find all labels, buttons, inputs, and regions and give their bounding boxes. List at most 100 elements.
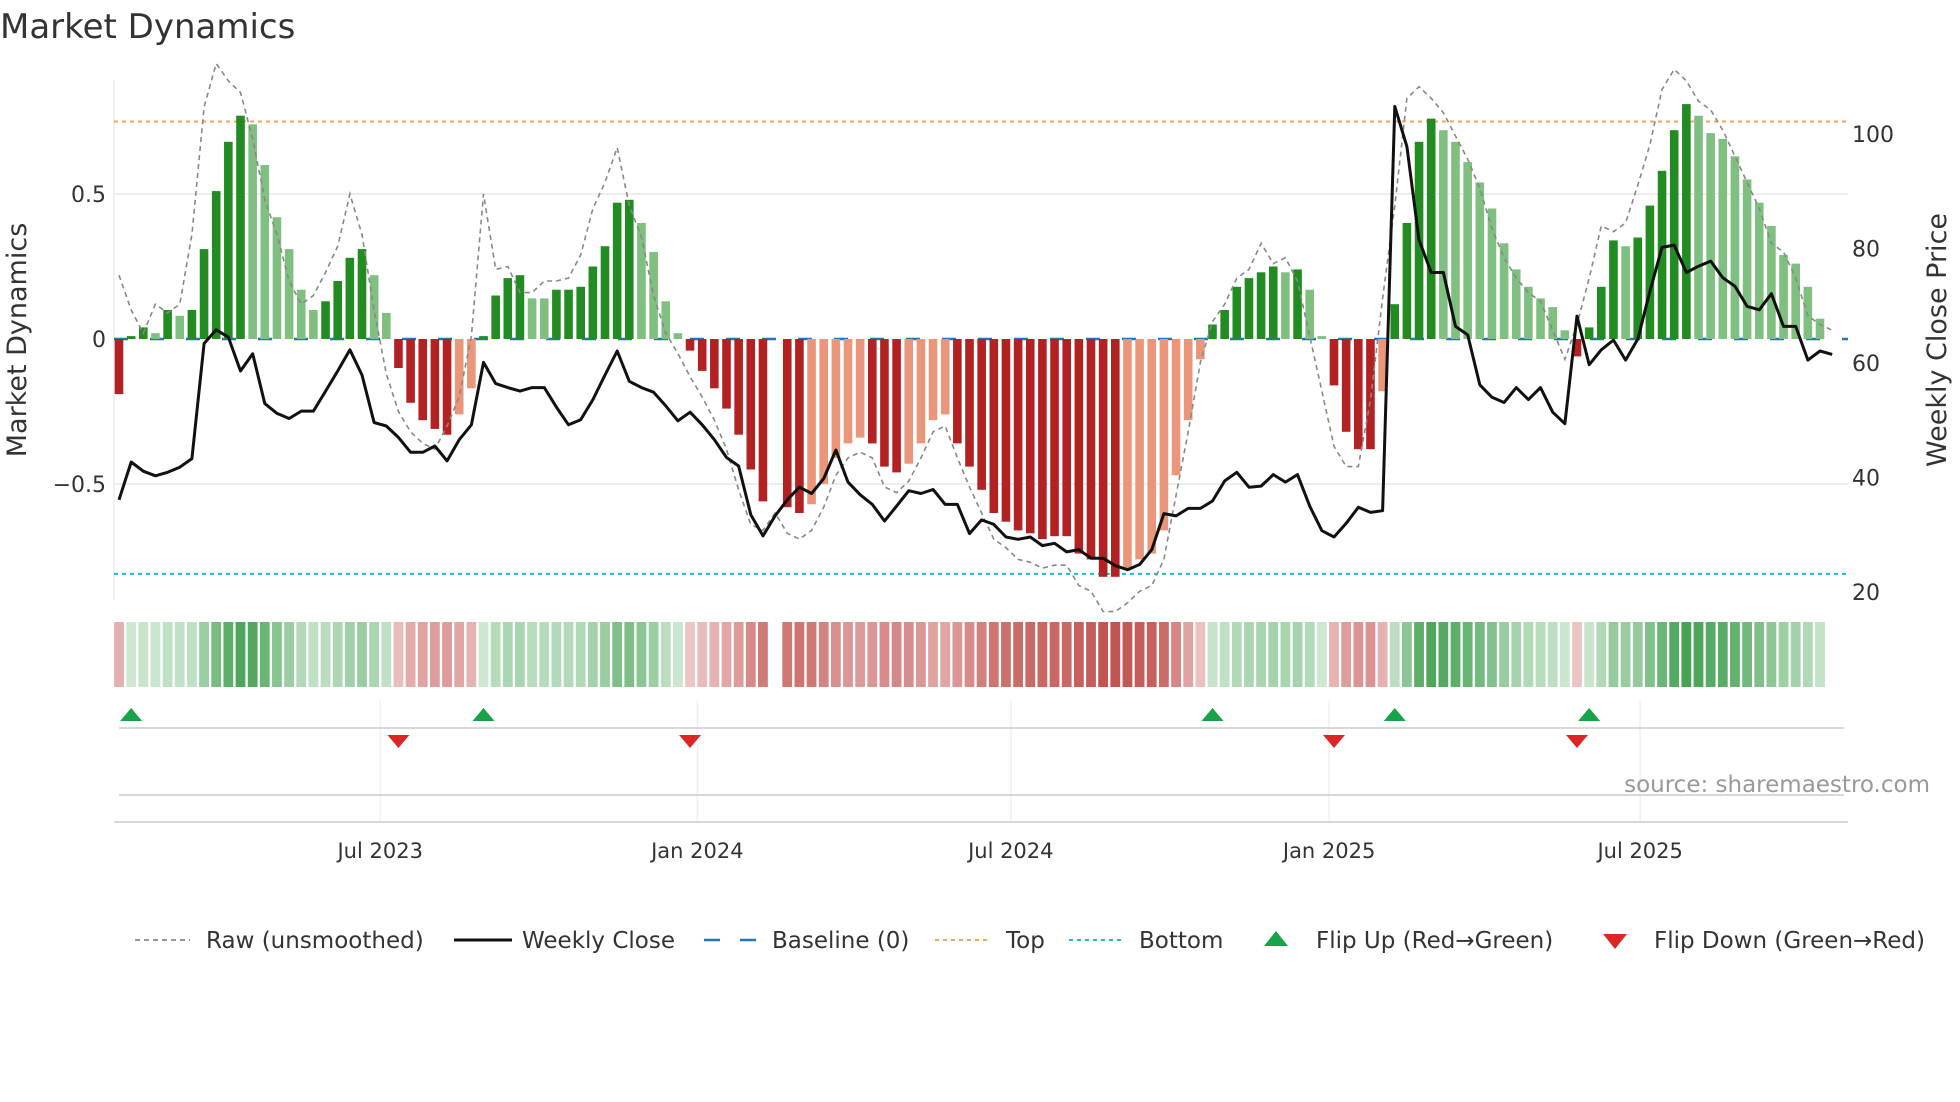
momentum-bar [1730, 156, 1740, 339]
momentum-bar [1536, 298, 1545, 339]
momentum-bar [843, 339, 853, 444]
heat-strip-cell [721, 622, 732, 687]
heat-strip-cell [1450, 622, 1461, 687]
heat-strip-cell [272, 622, 282, 687]
momentum-bar [1038, 339, 1047, 540]
momentum-bar [758, 339, 768, 502]
heat-strip-cell [1669, 622, 1680, 687]
heat-strip-cell [1159, 622, 1169, 687]
momentum-bar [953, 339, 962, 444]
momentum-bar [321, 301, 330, 339]
momentum-bar [394, 339, 403, 368]
heat-strip-cell [223, 622, 234, 687]
heat-strip-cell [1292, 622, 1303, 687]
momentum-bar [1317, 336, 1327, 339]
momentum-bar [649, 252, 658, 339]
momentum-bar [430, 339, 440, 429]
heat-strip-cell [1049, 622, 1060, 687]
x-tick-label: Jul 2023 [335, 839, 422, 863]
flip-down-marker [1323, 735, 1345, 748]
heat-strip-cell [1657, 622, 1667, 687]
flip-up-marker [120, 708, 143, 721]
momentum-bar [1220, 310, 1229, 339]
heat-strip-cell [1231, 622, 1242, 687]
flip-up-marker [472, 708, 495, 721]
momentum-bar [1171, 339, 1181, 476]
heat-strip-cell [1778, 622, 1789, 687]
x-tick-label: Jul 2024 [966, 839, 1053, 863]
momentum-bar [442, 339, 452, 435]
momentum-bar [1499, 243, 1509, 339]
momentum-bar [600, 246, 610, 339]
heat-strip-cell [478, 622, 489, 687]
heat-strip-cell [247, 622, 258, 687]
heat-strip-cell [1620, 622, 1631, 687]
heat-strip-cell [697, 622, 708, 687]
momentum-bar [928, 339, 938, 421]
x-tick-label: Jan 2025 [1281, 839, 1376, 863]
momentum-bar [151, 333, 160, 339]
momentum-bar [1159, 339, 1169, 531]
heat-strip-cell [1146, 622, 1157, 687]
heat-strip-cell [259, 622, 270, 687]
momentum-bar [807, 339, 816, 505]
y2-tick-label: 80 [1852, 238, 1880, 263]
heat-strip-cell [928, 622, 938, 687]
heat-strip-cell [1645, 622, 1655, 687]
momentum-bar [1208, 324, 1217, 339]
heat-strip-cell [1717, 622, 1728, 687]
heat-strip-cell [1584, 622, 1595, 687]
heat-strip-cell [1632, 622, 1643, 687]
heat-strip-cell [1061, 622, 1072, 687]
momentum-bar [916, 339, 926, 444]
momentum-bar [734, 339, 743, 435]
momentum-bars [114, 104, 1825, 577]
heat-strip-cell [1438, 622, 1449, 687]
y-tick-label: 0.5 [71, 183, 106, 208]
heat-strip-cell [903, 622, 914, 687]
heat-strip-cell [527, 622, 537, 687]
heat-strip-cell [1730, 622, 1740, 687]
momentum-bar [406, 339, 415, 403]
y2-tick-label: 20 [1852, 581, 1880, 606]
momentum-bar [576, 286, 585, 339]
heat-strip-cell [1681, 622, 1692, 687]
source-label: source: sharemaestro.com [1624, 772, 1930, 798]
momentum-bar [1548, 307, 1557, 339]
heat-strip-cell [940, 622, 951, 687]
y2-tick-label: 100 [1852, 123, 1894, 148]
heat-strip-cell [1341, 622, 1352, 687]
heat-strip-cell [818, 622, 829, 687]
heat-strip-cell [162, 622, 173, 687]
heat-strip-cell [284, 622, 294, 687]
momentum-bar [1560, 330, 1570, 339]
heat-strip-cell [1766, 622, 1777, 687]
momentum-bar [1718, 138, 1728, 339]
heat-strip-cell [235, 622, 246, 687]
heat-strip-cell [187, 622, 197, 687]
momentum-bar [564, 289, 573, 339]
heat-strip-cell [1171, 622, 1181, 687]
heat-strip-cell [126, 622, 137, 687]
legend-label-raw: Raw (unsmoothed) [206, 928, 424, 954]
momentum-bar [1025, 339, 1035, 534]
heat-strip-cell [709, 622, 720, 687]
momentum-bar [1329, 339, 1339, 386]
heat-strip-cell [988, 622, 999, 687]
momentum-bar [1001, 339, 1011, 522]
heat-strip-cell [1013, 622, 1023, 687]
momentum-bar [612, 202, 622, 339]
momentum-bar [1584, 327, 1594, 339]
momentum-bar [722, 339, 731, 409]
heat-strip-cell [794, 622, 805, 687]
momentum-bar [1256, 272, 1266, 339]
heat-strip-cell [114, 622, 124, 687]
heat-strip-cell [1001, 622, 1011, 687]
legend-flip-up-icon [1264, 931, 1288, 946]
momentum-bar [454, 339, 464, 415]
momentum-bar [187, 310, 197, 339]
heat-strip-cell [1329, 622, 1339, 687]
momentum-bar [1305, 289, 1314, 339]
momentum-bar [357, 249, 367, 339]
heat-strip-cell [1499, 622, 1509, 687]
